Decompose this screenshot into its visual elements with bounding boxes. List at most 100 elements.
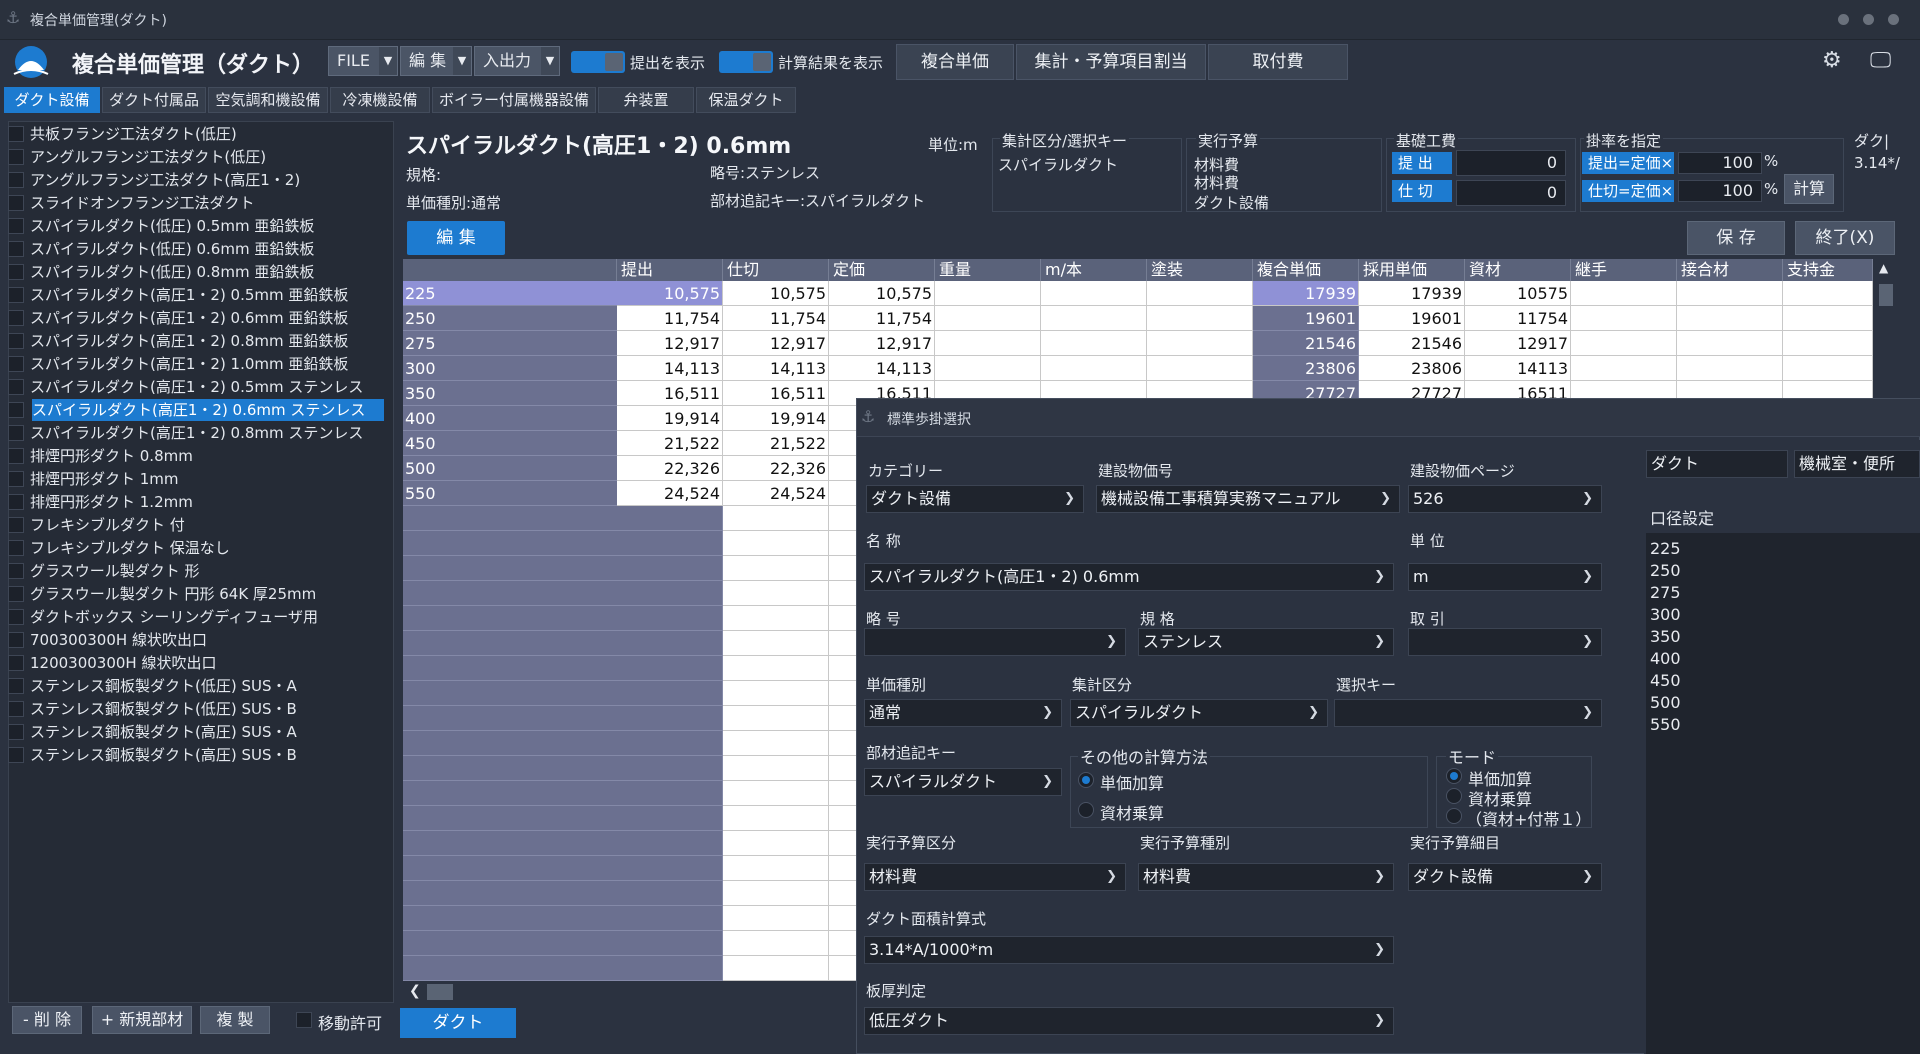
grid-cell[interactable] xyxy=(723,681,829,706)
right-field-room[interactable]: 機械室・便所 xyxy=(1794,450,1920,478)
labor-submit-input[interactable]: 0 xyxy=(1456,150,1566,176)
maximize-button[interactable] xyxy=(1863,14,1874,25)
row-header[interactable] xyxy=(403,556,617,581)
grid-cell[interactable]: 19601 xyxy=(1359,306,1465,331)
grid-cell[interactable]: 17939 xyxy=(1359,281,1465,306)
grid-cell[interactable] xyxy=(1783,281,1873,306)
checkbox[interactable] xyxy=(8,563,24,579)
grid-cell[interactable] xyxy=(617,781,723,806)
size-list-item[interactable]: 550 xyxy=(1650,715,1681,734)
grid-cell[interactable]: 19601 xyxy=(1253,306,1359,331)
list-item-selected[interactable]: スパイラルダクト(高圧1・2) 0.6mm ステンレス xyxy=(4,399,384,421)
grid-cell[interactable] xyxy=(935,281,1041,306)
grid-cell[interactable] xyxy=(723,656,829,681)
checkbox[interactable] xyxy=(8,448,24,464)
size-list-item[interactable]: 400 xyxy=(1650,649,1681,668)
list-item[interactable]: ステンレス鋼板製ダクト(高圧) SUS・B xyxy=(4,744,384,766)
grid-cell[interactable]: 11754 xyxy=(1465,306,1571,331)
list-item[interactable]: フレキシブルダクト 保温なし xyxy=(4,537,384,559)
io-menu[interactable]: 入出力 ▼ xyxy=(474,46,560,76)
file-menu[interactable]: FILE ▼ xyxy=(328,46,398,76)
grid-cell[interactable]: 12,917 xyxy=(829,331,935,356)
mode-radio-unit-add[interactable] xyxy=(1446,768,1462,784)
grid-cell[interactable] xyxy=(1147,331,1253,356)
list-item[interactable]: アングルフランジ工法ダクト(高圧1・2) xyxy=(4,169,384,191)
column-header[interactable]: 塗装 xyxy=(1147,259,1253,281)
column-header[interactable]: 採用単価 xyxy=(1359,259,1465,281)
column-header[interactable]: 定価 xyxy=(829,259,935,281)
grid-cell[interactable] xyxy=(617,806,723,831)
checkbox[interactable] xyxy=(8,310,24,326)
grid-cell[interactable] xyxy=(617,831,723,856)
list-item[interactable]: グラスウール製ダクト 形 xyxy=(4,560,384,582)
grid-cell[interactable]: 10575 xyxy=(1465,281,1571,306)
grid-cell[interactable] xyxy=(723,931,829,956)
checkbox[interactable] xyxy=(8,655,24,671)
grid-cell[interactable]: 16,511 xyxy=(617,381,723,406)
list-item[interactable]: ステンレス鋼板製ダクト(低圧) SUS・A xyxy=(4,675,384,697)
grid-cell[interactable]: 12,917 xyxy=(617,331,723,356)
grid-cell[interactable]: 10,575 xyxy=(617,281,723,306)
grid-cell[interactable] xyxy=(1147,281,1253,306)
grid-cell[interactable]: 11,754 xyxy=(723,306,829,331)
install-cost-button[interactable]: 取付費 xyxy=(1208,44,1348,80)
grid-cell[interactable] xyxy=(617,856,723,881)
size-list-item[interactable]: 250 xyxy=(1650,561,1681,580)
checkbox[interactable] xyxy=(8,586,24,602)
checkbox[interactable] xyxy=(8,609,24,625)
grid-cell[interactable] xyxy=(935,356,1041,381)
budget-detail-select[interactable]: ダクト設備 ❯ xyxy=(1408,863,1602,891)
grid-cell[interactable] xyxy=(723,881,829,906)
grid-cell[interactable]: 16,511 xyxy=(723,381,829,406)
grid-cell[interactable] xyxy=(935,331,1041,356)
checkbox[interactable] xyxy=(8,747,24,763)
agg-select[interactable]: スパイラルダクト ❯ xyxy=(1070,699,1328,727)
tab-refrigerator[interactable]: 冷凍機設備 xyxy=(330,87,430,113)
grid-cell[interactable] xyxy=(617,531,723,556)
list-item[interactable]: スパイラルダクト(高圧1・2) 1.0mm 亜鉛鉄板 xyxy=(4,353,384,375)
checkbox[interactable] xyxy=(8,402,24,418)
grid-cell[interactable] xyxy=(723,756,829,781)
grid-cell[interactable] xyxy=(723,906,829,931)
grid-cell[interactable] xyxy=(1147,356,1253,381)
list-item[interactable]: ダクトボックス シーリングディフューザ用 xyxy=(4,606,384,628)
grid-cell[interactable]: 11,754 xyxy=(617,306,723,331)
tab-duct-equipment[interactable]: ダクト設備 xyxy=(4,87,100,113)
checkbox[interactable] xyxy=(8,540,24,556)
row-header[interactable] xyxy=(403,506,617,531)
grid-cell[interactable] xyxy=(1783,306,1873,331)
size-list-item[interactable]: 275 xyxy=(1650,583,1681,602)
grid-cell[interactable] xyxy=(1041,331,1147,356)
grid-cell[interactable] xyxy=(617,581,723,606)
row-header[interactable] xyxy=(403,856,617,881)
size-list-item[interactable]: 350 xyxy=(1650,627,1681,646)
column-header[interactable]: 支持金 xyxy=(1783,259,1873,281)
abbr-select[interactable]: ❯ xyxy=(864,628,1126,656)
grid-cell[interactable] xyxy=(1041,281,1147,306)
row-header[interactable] xyxy=(403,781,617,806)
grid-cell[interactable]: 14113 xyxy=(1465,356,1571,381)
grid-cell[interactable]: 22,326 xyxy=(723,456,829,481)
grid-horizontal-scrollbar[interactable]: ❮ xyxy=(403,981,855,1003)
grid-cell[interactable] xyxy=(1571,281,1677,306)
row-header[interactable] xyxy=(403,881,617,906)
grid-cell[interactable]: 14,113 xyxy=(617,356,723,381)
grid-cell[interactable] xyxy=(617,881,723,906)
list-item[interactable]: スパイラルダクト(高圧1・2) 0.5mm ステンレス xyxy=(4,376,384,398)
row-header[interactable]: 500 xyxy=(403,456,617,481)
size-list-item[interactable]: 500 xyxy=(1650,693,1681,712)
row-header[interactable]: 350 xyxy=(403,381,617,406)
column-header[interactable]: 接合材 xyxy=(1677,259,1783,281)
grid-cell[interactable]: 11,754 xyxy=(829,306,935,331)
composite-price-button[interactable]: 複合単価 xyxy=(896,44,1014,80)
row-header[interactable] xyxy=(403,806,617,831)
row-header[interactable]: 400 xyxy=(403,406,617,431)
grid-cell[interactable] xyxy=(1147,306,1253,331)
grid-cell[interactable]: 21546 xyxy=(1359,331,1465,356)
list-item[interactable]: ステンレス鋼板製ダクト(高圧) SUS・A xyxy=(4,721,384,743)
checkbox[interactable] xyxy=(8,471,24,487)
grid-cell[interactable] xyxy=(1571,306,1677,331)
grid-cell[interactable] xyxy=(1677,331,1783,356)
list-item[interactable]: 排煙円形ダクト 1.2mm xyxy=(4,491,384,513)
grid-cell[interactable]: 22,326 xyxy=(617,456,723,481)
